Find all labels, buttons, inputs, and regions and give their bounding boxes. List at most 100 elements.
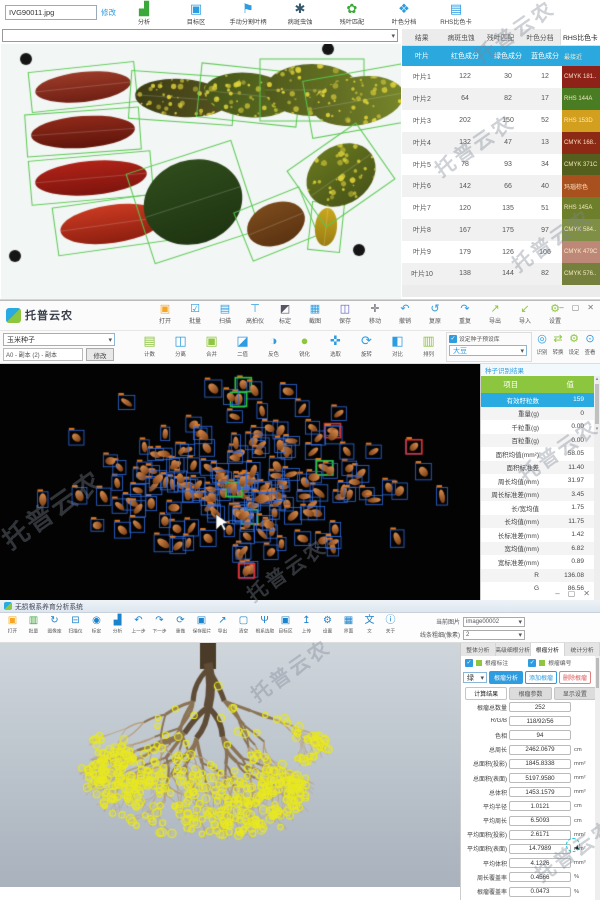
minimize-icon[interactable]: –: [555, 589, 559, 598]
next-step-button[interactable]: ↷ 下一步: [149, 614, 170, 635]
result-row-valid-seed-count[interactable]: 有效籽粒数 159: [481, 393, 600, 407]
tab-leaf-color-grading[interactable]: 叶色分档: [520, 29, 559, 45]
filename-input[interactable]: [5, 5, 97, 20]
result-row-length-std[interactable]: 长标准差(mm) 1.42: [481, 528, 600, 542]
batch-button[interactable]: ▥ 批量: [23, 614, 44, 635]
result-row-aspect-mean[interactable]: 长/宽均值 1.75: [481, 501, 600, 515]
result-row-hundred-seed-weight[interactable]: 百粒重(g) 0.00: [481, 433, 600, 447]
result-row-thousand-seed-weight[interactable]: 千粒重(g) 0.00: [481, 420, 600, 434]
image-library-button[interactable]: ↻ 图像库: [44, 614, 65, 635]
recognize-button[interactable]: ◎ 识别: [534, 332, 550, 356]
calibrate-button[interactable]: ◩ 标定: [270, 302, 300, 325]
undo-button[interactable]: ↶ 撤销: [390, 302, 420, 325]
maximize-icon[interactable]: ▢: [572, 303, 580, 312]
clear-button[interactable]: ▢ 清空: [233, 614, 254, 635]
save-button[interactable]: ◫ 保存: [330, 302, 360, 325]
compare-button[interactable]: ◧ 对比: [382, 332, 413, 358]
rhs-color-card-button[interactable]: ▤ RHS比色卡: [430, 1, 482, 26]
tab-rhs-color-card[interactable]: RHS比色卡: [559, 29, 600, 45]
arrange-button[interactable]: ▥ 排列: [413, 332, 444, 358]
redo-button[interactable]: ↷ 重复: [450, 302, 480, 325]
settings-button[interactable]: ⚙ 设置: [317, 614, 338, 635]
redo-button[interactable]: ⟳ 重做: [170, 614, 191, 635]
image-select[interactable]: ▾: [2, 29, 398, 42]
result-row-area-mean[interactable]: 面积均值(mm²) 58.05: [481, 447, 600, 461]
move-button[interactable]: ✛ 移动: [360, 302, 390, 325]
field-value[interactable]: 4.1226: [509, 858, 571, 869]
add-nodule-button[interactable]: 添加根瘤: [525, 671, 558, 684]
result-row-perimeter-std[interactable]: 周长标准差(mm) 3.45: [481, 487, 600, 501]
field-value[interactable]: 2462.0679: [509, 744, 571, 755]
interface-button[interactable]: ▦ 界面: [338, 614, 359, 635]
analyze-button[interactable]: ▟ 分析: [118, 1, 170, 26]
leaf-row[interactable]: 叶片9 179 126 106 CMYK 479C: [402, 241, 600, 264]
result-row-width-std[interactable]: 宽标准差(mm) 0.89: [481, 555, 600, 569]
close-icon[interactable]: ✕: [583, 589, 590, 598]
window-controls[interactable]: – ▢ ✕: [559, 303, 594, 312]
disease-spot-button[interactable]: ✱ 病斑虫蚀: [274, 1, 326, 26]
maximize-icon[interactable]: ▢: [568, 589, 576, 598]
root-select-button[interactable]: Ψ 根系选取: [254, 614, 275, 635]
close-icon[interactable]: ✕: [587, 303, 594, 312]
rotate-button[interactable]: ⟳ 旋转: [351, 332, 382, 358]
binarize-button[interactable]: ◪ 二值: [227, 332, 258, 358]
tab-nodule-analysis[interactable]: 根瘤分析: [530, 643, 566, 656]
leaf-row[interactable]: 叶片8 167 175 97 CMYK 584..: [402, 219, 600, 242]
field-value[interactable]: 94: [509, 730, 571, 741]
preset-select[interactable]: 大豆 ▾: [449, 345, 527, 356]
target-area-button[interactable]: ▣ 目标区: [275, 614, 296, 635]
segment-nodule-params[interactable]: 根瘤参数: [509, 687, 552, 700]
calibrate-button[interactable]: ◉ 标定: [86, 614, 107, 635]
result-row-r-mean[interactable]: R 136.08: [481, 568, 600, 582]
delete-nodule-button[interactable]: 删除根瘤: [559, 671, 592, 684]
field-value[interactable]: 1845.8338: [509, 758, 571, 769]
separate-button[interactable]: ◫ 分离: [165, 332, 196, 358]
leaf-row[interactable]: 叶片1 122 30 12 CMYK 181..: [402, 66, 600, 88]
field-value[interactable]: 1.0121: [509, 801, 571, 812]
open-button[interactable]: ▣ 打开: [2, 614, 23, 635]
invert-button[interactable]: ◑ 反色: [258, 332, 289, 358]
modify-button[interactable]: 修改: [86, 348, 114, 361]
leaf-row[interactable]: 叶片3 202 150 52 RHS 153D: [402, 109, 600, 132]
tab-overall-analysis[interactable]: 整体分析: [461, 643, 496, 656]
manual-petiole-split-button[interactable]: ⚑ 手动分割叶柄: [222, 1, 274, 26]
field-value[interactable]: 5197.9580: [509, 773, 571, 784]
line-width-select[interactable]: 2 ▾: [463, 629, 525, 640]
field-value[interactable]: 118/92/56: [509, 716, 571, 727]
analyze-button[interactable]: ▟ 分析: [107, 614, 128, 635]
scanner-button[interactable]: ⊟ 扫描仪: [65, 614, 86, 635]
checkbox-checked-icon[interactable]: ✓: [465, 658, 473, 667]
about-button[interactable]: ⓘ 关于: [380, 614, 401, 635]
save-image-button[interactable]: ▣ 保存图片: [191, 614, 212, 635]
modify-link[interactable]: 修改: [101, 7, 116, 18]
checkbox-checked-icon[interactable]: ✓: [528, 658, 537, 667]
field-value[interactable]: 14.7989: [509, 843, 571, 854]
tab-broken-leaf-match[interactable]: 残叶匹配: [481, 29, 520, 45]
import-button[interactable]: ↙ 导入: [510, 302, 540, 325]
tab-advanced-root-analysis[interactable]: 高级细根分析: [496, 643, 531, 656]
result-row-perimeter-mean[interactable]: 周长均值(mm) 31.97: [481, 474, 600, 488]
view-button[interactable]: ⊙ 查看: [582, 332, 598, 356]
tab-results[interactable]: 结果: [402, 29, 441, 45]
doc-camera-button[interactable]: ⊤ 高拍仪: [240, 302, 270, 325]
sharpen-button[interactable]: ● 锐化: [289, 332, 320, 358]
field-value[interactable]: 1453.1579: [509, 787, 571, 798]
count-button[interactable]: ▤ 计数: [134, 332, 165, 358]
field-value[interactable]: 252: [509, 702, 571, 713]
segment-calc-result[interactable]: 计算结果: [465, 687, 508, 700]
tab-disease-spot[interactable]: 病斑虫蚀: [441, 29, 480, 45]
field-value[interactable]: 0.0473: [509, 886, 571, 897]
leaf-row[interactable]: 叶片2 64 82 17 RHS 144A: [402, 87, 600, 110]
scrollbar[interactable]: ▴ ▾: [594, 376, 600, 600]
sample-type-select[interactable]: 玉米种子 ▾: [3, 333, 115, 346]
merge-button[interactable]: ▣ 合并: [196, 332, 227, 358]
leaf-row[interactable]: 叶片10 138 144 82 CMYK 576..: [402, 263, 600, 285]
result-row-area-std[interactable]: 面积标准差 11.40: [481, 460, 600, 474]
leaf-row[interactable]: 叶片6 142 66 40 玛瑙棕色: [402, 175, 600, 198]
upload-button[interactable]: ↥ 上传: [296, 614, 317, 635]
field-value[interactable]: 6.5093: [509, 815, 571, 826]
window-controls[interactable]: – ▢ ✕: [555, 589, 590, 598]
open-button[interactable]: ▣ 打开: [150, 302, 180, 325]
scrollbar[interactable]: [595, 656, 600, 900]
batch-button[interactable]: ☑ 批量: [180, 302, 210, 325]
